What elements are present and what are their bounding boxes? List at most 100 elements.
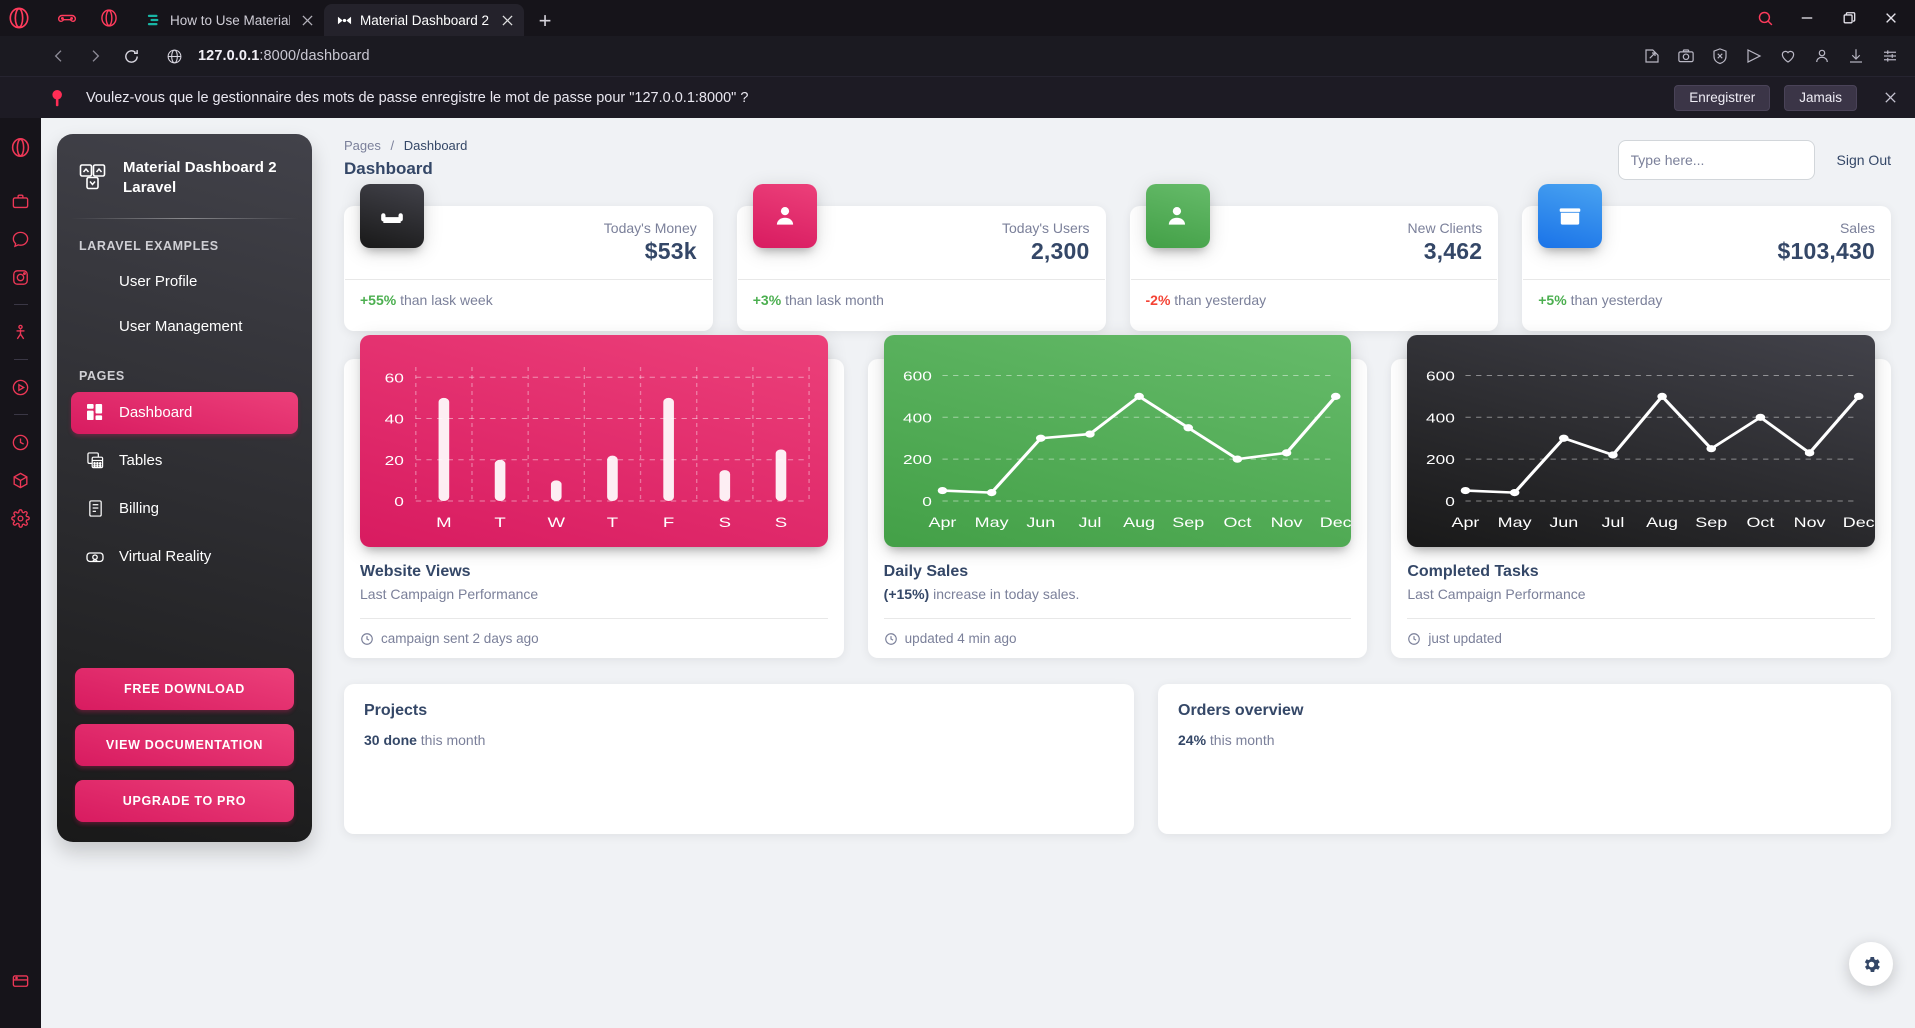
- stat-card-todays-users: Today's Users 2,300 +3% than lask month: [736, 184, 1106, 331]
- opera-logo-icon[interactable]: [4, 130, 38, 164]
- svg-text:Jun: Jun: [1550, 516, 1579, 530]
- chart-card-subtitle-strong: (+15%): [883, 586, 930, 602]
- svg-text:Aug: Aug: [1123, 516, 1155, 530]
- browser-tab[interactable]: How to Use Material Dashb: [134, 4, 324, 36]
- search-icon[interactable]: [1745, 2, 1785, 34]
- orders-card-subtitle: 24% this month: [1178, 732, 1275, 748]
- sidebar-item-label: User Profile: [119, 272, 198, 290]
- opera-sidebar: [0, 118, 41, 1028]
- reload-icon[interactable]: [116, 41, 146, 71]
- globe-icon[interactable]: [164, 41, 184, 71]
- breadcrumb-separator: /: [390, 138, 395, 153]
- dashboard-content: Pages / Dashboard Dashboard Sign Out: [312, 118, 1915, 1028]
- opera-gx-icon[interactable]: [94, 0, 124, 36]
- search-input[interactable]: [1630, 152, 1802, 168]
- sidebar-item-user-management[interactable]: User Management: [71, 307, 298, 346]
- tab-close-icon[interactable]: [298, 11, 316, 29]
- opera-menu-icon[interactable]: [4, 0, 34, 36]
- new-tab-button[interactable]: +: [530, 6, 560, 36]
- minimize-icon[interactable]: [1787, 2, 1827, 34]
- browser-tab-active[interactable]: Material Dashboard 2 by Cr: [324, 4, 524, 36]
- svg-text:Oct: Oct: [1747, 516, 1776, 530]
- password-save-button[interactable]: Enregistrer: [1674, 84, 1771, 111]
- easy-setup-icon[interactable]: [1879, 45, 1901, 67]
- sidebar-brand[interactable]: Material Dashboard 2 Laravel: [57, 134, 312, 218]
- bowtie-icon: [336, 12, 352, 28]
- url-field[interactable]: 127.0.0.1:8000/dashboard: [152, 41, 1635, 71]
- gaming-controller-icon[interactable]: [52, 0, 82, 36]
- person-add-icon: [1145, 184, 1210, 248]
- dashboard-topbar: Pages / Dashboard Dashboard Sign Out: [344, 134, 1891, 180]
- chart-card-footer: campaign sent 2 days ago: [344, 619, 844, 652]
- cube-icon[interactable]: [4, 463, 38, 497]
- messenger-icon[interactable]: [4, 222, 38, 256]
- key-icon: [46, 85, 72, 111]
- sidebar-item-tables[interactable]: Tables: [71, 440, 298, 482]
- dashboard-sidebar: Material Dashboard 2 Laravel LARAVEL EXA…: [57, 134, 312, 842]
- stat-card-footer: +5% than yesterday: [1522, 280, 1891, 320]
- chart-card-subtitle: (+15%) increase in today sales.: [883, 586, 1080, 602]
- download-icon[interactable]: [1845, 45, 1867, 67]
- sidebar-item-dashboard[interactable]: Dashboard: [71, 391, 298, 434]
- back-icon[interactable]: [44, 41, 74, 71]
- chart-card-website-views: 0 20 40 60 M T W T F S S Website Views Last Campai…: [344, 335, 844, 658]
- store-icon: [1538, 184, 1603, 248]
- breadcrumb-root-link[interactable]: Pages: [344, 138, 381, 153]
- svg-text:Nov: Nov: [1794, 516, 1826, 530]
- player-icon[interactable]: [4, 370, 38, 404]
- tiktok-icon[interactable]: [4, 315, 38, 349]
- orders-card-title: Orders overview: [1178, 702, 1304, 719]
- sidebar-item-user-profile[interactable]: User Profile: [71, 262, 298, 301]
- workspaces-icon[interactable]: [4, 964, 38, 998]
- svg-text:May: May: [974, 516, 1008, 530]
- tab-title: Material Dashboard 2 by Cr: [360, 12, 490, 28]
- profile-icon[interactable]: [1811, 45, 1833, 67]
- upgrade-to-pro-button[interactable]: UPGRADE TO PRO: [75, 780, 294, 822]
- tab-close-icon[interactable]: [498, 11, 516, 29]
- breadcrumb: Pages / Dashboard Dashboard: [344, 134, 1618, 179]
- sign-out-link[interactable]: Sign Out: [1837, 152, 1891, 168]
- forward-icon[interactable]: [80, 41, 110, 71]
- url-path: :8000/dashboard: [259, 48, 370, 64]
- search-box[interactable]: [1617, 140, 1815, 180]
- dashboard-page: Material Dashboard 2 Laravel LARAVEL EXA…: [41, 118, 1915, 1028]
- gear-icon: [1861, 954, 1882, 975]
- close-icon[interactable]: [1871, 2, 1911, 34]
- settings-fab-button[interactable]: [1849, 942, 1893, 986]
- svg-text:200: 200: [903, 453, 932, 467]
- svg-text:F: F: [663, 515, 674, 530]
- vr-icon: [85, 547, 105, 567]
- camera-icon[interactable]: [1675, 45, 1697, 67]
- sidebar-item-virtual-reality[interactable]: Virtual Reality: [71, 536, 298, 578]
- briefcase-icon[interactable]: [4, 184, 38, 218]
- line-chart-svg: 0 200 400 600 Apr May Jun Jul Aug Sep Oct Nov Dec: [1426, 369, 1875, 530]
- stat-card-delta: -2%: [1145, 292, 1171, 308]
- tables-icon: [85, 451, 105, 471]
- password-never-button[interactable]: Jamais: [1784, 84, 1857, 111]
- svg-text:20: 20: [385, 454, 404, 468]
- pin-edit-icon[interactable]: [1641, 45, 1663, 67]
- sidebar-section-title: LARAVEL EXAMPLES: [79, 238, 219, 253]
- whatsapp-icon[interactable]: [4, 260, 38, 294]
- svg-text:Apr: Apr: [1452, 516, 1481, 530]
- stat-card-footer: -2% than yesterday: [1130, 280, 1499, 320]
- free-download-button[interactable]: FREE DOWNLOAD: [75, 668, 294, 710]
- sidebar-section-title: PAGES: [79, 368, 125, 383]
- history-icon[interactable]: [4, 425, 38, 459]
- chart-card-footer-text: campaign sent 2 days ago: [381, 631, 539, 646]
- maximize-icon[interactable]: [1829, 2, 1869, 34]
- chart-card-daily-sales: 0 200 400 600 Apr May Jun Jul Aug Sep Oct Nov Dec Da…: [867, 335, 1368, 658]
- heart-icon[interactable]: [1777, 45, 1799, 67]
- url-host: 127.0.0.1: [198, 48, 260, 64]
- send-icon[interactable]: [1743, 45, 1765, 67]
- view-documentation-button[interactable]: VIEW DOCUMENTATION: [75, 724, 294, 766]
- sidebar-item-billing[interactable]: Billing: [71, 488, 298, 530]
- settings-icon[interactable]: [4, 501, 38, 535]
- toolbar-icons: [1641, 45, 1905, 67]
- chart-card-footer: just updated: [1391, 619, 1891, 652]
- material-logo-icon: [79, 163, 109, 193]
- svg-text:May: May: [1498, 516, 1532, 530]
- password-prompt-message: Voulez-vous que le gestionnaire des mots…: [86, 89, 749, 106]
- shield-block-icon[interactable]: [1709, 45, 1731, 67]
- password-prompt-close-icon[interactable]: [1877, 85, 1903, 111]
